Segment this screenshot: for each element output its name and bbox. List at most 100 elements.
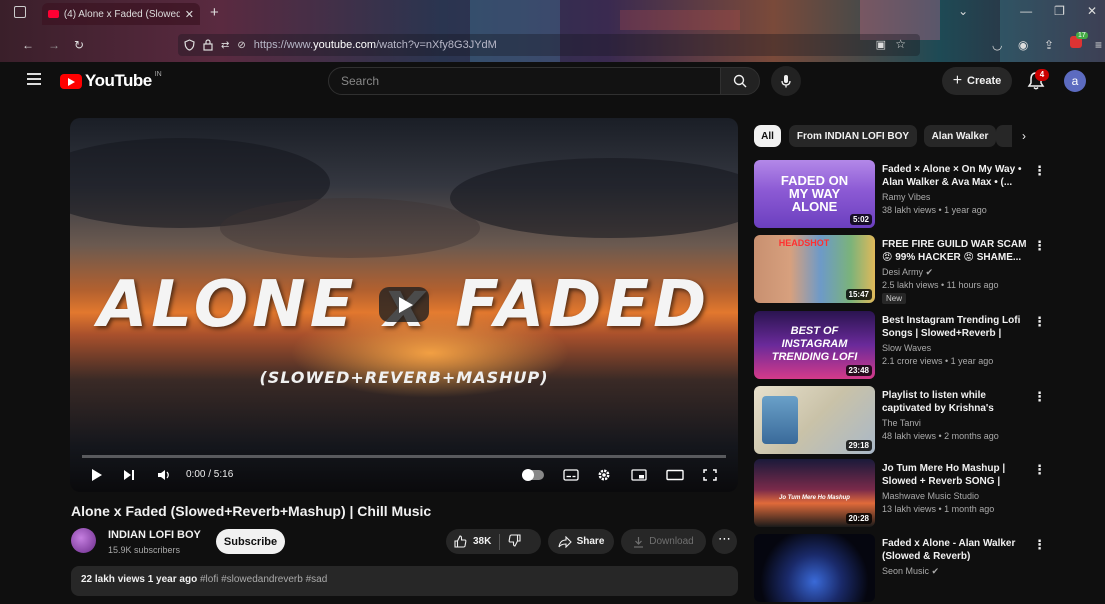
lock-icon[interactable] [203, 39, 213, 51]
chip-from-channel[interactable]: From INDIAN LOFI BOY [789, 125, 917, 147]
address-bar[interactable]: ⇄ ⊘ https://www.youtube.com/watch?v=nXfy… [178, 34, 920, 56]
rec-item[interactable]: Faded x Alone - Alan Walker (Slowed & Re… [754, 534, 1054, 604]
progress-bar[interactable] [82, 455, 726, 458]
big-play-button[interactable] [379, 287, 429, 322]
rec-thumbnail-text: HEADSHOT [778, 238, 830, 248]
search-input[interactable]: Search [328, 67, 721, 95]
channel-avatar[interactable] [71, 528, 96, 553]
theater-mode-icon[interactable] [665, 467, 685, 483]
microphone-icon [781, 75, 791, 88]
rec-thumbnail[interactable] [754, 534, 875, 602]
voice-search-button[interactable] [771, 66, 801, 96]
share-arrow-icon [558, 535, 572, 548]
rec-title: Playlist to listen while captivated by K… [882, 390, 994, 414]
extension-badge-icon[interactable]: 17 [1070, 32, 1088, 51]
tab-list-icon[interactable] [14, 6, 26, 18]
rec-menu-icon[interactable]: ⋮ [1033, 389, 1046, 405]
new-tab-button[interactable]: + [210, 4, 219, 21]
logo-text: YouTube [85, 71, 152, 90]
rec-menu-icon[interactable]: ⋮ [1033, 163, 1046, 179]
rec-thumbnail[interactable]: HEADSHOT 15:47 [754, 235, 875, 303]
share-button[interactable]: Share [548, 529, 614, 554]
rec-item[interactable]: FADED ON MY WAY ALONE 5:02 Faded × Alone… [754, 160, 1054, 230]
permissions-icon[interactable]: ⇄ [221, 40, 229, 51]
extension-badge-count: 17 [1076, 32, 1088, 39]
forward-icon[interactable]: → [48, 38, 60, 52]
back-icon[interactable]: ← [22, 38, 34, 52]
rec-thumbnail[interactable]: Jo Tum Mere Ho Mashup 20:28 [754, 459, 875, 527]
account-icon[interactable]: ◉ [1018, 38, 1028, 52]
reader-view-icon[interactable]: ▣ [876, 38, 886, 51]
next-icon[interactable] [122, 467, 136, 483]
youtube-header: YouTube IN Search + Create 4 a [0, 62, 1105, 100]
browser-tab[interactable]: (4) Alone x Faded (Slowed+Re ✕ [42, 3, 200, 25]
rec-title: Best Instagram Trending Lofi Songs | Slo… [882, 315, 1021, 339]
rec-thumbnail[interactable]: BEST OF INSTAGRAM TRENDING LOFI 23:48 [754, 311, 875, 379]
chip-overflow[interactable] [996, 125, 1012, 147]
description-tags: #lofi #slowedandreverb #sad [199, 574, 328, 585]
description-box[interactable]: 22 lakh views 1 year ago #lofi #slowedan… [71, 566, 738, 596]
rec-item[interactable]: HEADSHOT 15:47 FREE FIRE GUILD WAR SCAM … [754, 235, 1054, 305]
fullscreen-icon[interactable] [702, 467, 718, 483]
rec-menu-icon[interactable]: ⋮ [1033, 238, 1046, 254]
create-label: Create [967, 75, 1002, 87]
thumbnail-subtitle: (SLOWED+REVERB+MASHUP) [259, 368, 549, 387]
tracking-icon[interactable]: ⊘ [237, 40, 245, 51]
user-avatar[interactable]: a [1064, 70, 1086, 92]
tab-overflow-icon[interactable]: ⌄ [958, 4, 968, 18]
rec-title: Jo Tum Mere Ho Mashup | Slowed + Reverb … [882, 463, 1006, 487]
like-count: 38K [473, 536, 492, 547]
dislike-button[interactable] [508, 533, 521, 550]
notification-count-badge: 4 [1035, 69, 1049, 81]
tab-close-icon[interactable]: ✕ [185, 8, 194, 21]
time-display: 0:00 / 5:16 [186, 469, 234, 480]
rec-thumbnail[interactable]: FADED ON MY WAY ALONE 5:02 [754, 160, 875, 228]
minimize-icon[interactable]: — [1020, 4, 1032, 18]
subtitles-icon[interactable] [562, 467, 580, 483]
url-domain: youtube.com [313, 39, 377, 51]
extensions-icon[interactable]: ⇪ [1044, 38, 1054, 52]
rec-menu-icon[interactable]: ⋮ [1033, 314, 1046, 330]
rec-title: FREE FIRE GUILD WAR SCAM 😡 99% HACKER 😡 … [882, 239, 1027, 263]
more-actions-button[interactable]: ⋯ [712, 529, 737, 554]
thumbs-up-icon [454, 535, 467, 548]
rec-channel: Desi Army ✔ [882, 267, 933, 278]
restore-icon[interactable]: ❐ [1054, 4, 1065, 18]
channel-name[interactable]: INDIAN LOFI BOY [108, 529, 201, 541]
rec-menu-icon[interactable]: ⋮ [1033, 537, 1046, 553]
youtube-logo[interactable]: YouTube IN [60, 71, 162, 91]
reload-icon[interactable]: ↻ [74, 38, 84, 52]
miniplayer-icon[interactable] [630, 467, 648, 483]
app-menu-icon[interactable]: ≡ [1095, 38, 1102, 52]
rec-item[interactable]: Jo Tum Mere Ho Mashup 20:28 Jo Tum Mere … [754, 459, 1054, 529]
video-player[interactable]: ALONE x FADED (SLOWED+REVERB+MASHUP) 0:0… [70, 118, 738, 492]
close-window-icon[interactable]: ✕ [1087, 4, 1097, 18]
play-icon[interactable] [90, 467, 104, 483]
chip-alan-walker[interactable]: Alan Walker [924, 125, 996, 147]
window-controls: ⌄ — ❐ ✕ [958, 4, 1097, 18]
download-icon [634, 536, 644, 548]
pocket-icon[interactable]: ◡ [992, 38, 1002, 52]
rec-menu-icon[interactable]: ⋮ [1033, 462, 1046, 478]
search-button[interactable] [720, 67, 760, 95]
chevron-right-icon[interactable]: › [1022, 129, 1026, 143]
video-title: Alone x Faded (Slowed+Reverb+Mashup) | C… [71, 503, 432, 519]
thumbnail-cloud [220, 198, 480, 258]
tab-bar: (4) Alone x Faded (Slowed+Re ✕ + ⌄ — ❐ ✕ [0, 0, 1105, 28]
verified-check-icon: ✔ [925, 267, 934, 277]
chip-all[interactable]: All [754, 125, 781, 147]
new-badge: New [882, 293, 907, 304]
download-button[interactable]: Download [621, 529, 706, 554]
bookmark-star-icon[interactable]: ☆ [895, 37, 906, 51]
guide-menu-icon[interactable] [27, 73, 41, 85]
autoplay-toggle[interactable] [522, 467, 544, 483]
rec-thumbnail[interactable]: 29:18 [754, 386, 875, 454]
shield-icon[interactable] [184, 39, 195, 51]
subscribe-button[interactable]: Subscribe [216, 529, 285, 554]
settings-gear-icon[interactable] [596, 467, 612, 483]
volume-icon[interactable] [156, 467, 172, 483]
like-button[interactable]: 38K [446, 535, 491, 548]
rec-item[interactable]: 29:18 Playlist to listen while captivate… [754, 386, 1054, 456]
create-button[interactable]: + Create [942, 67, 1012, 95]
rec-item[interactable]: BEST OF INSTAGRAM TRENDING LOFI 23:48 Be… [754, 311, 1054, 381]
